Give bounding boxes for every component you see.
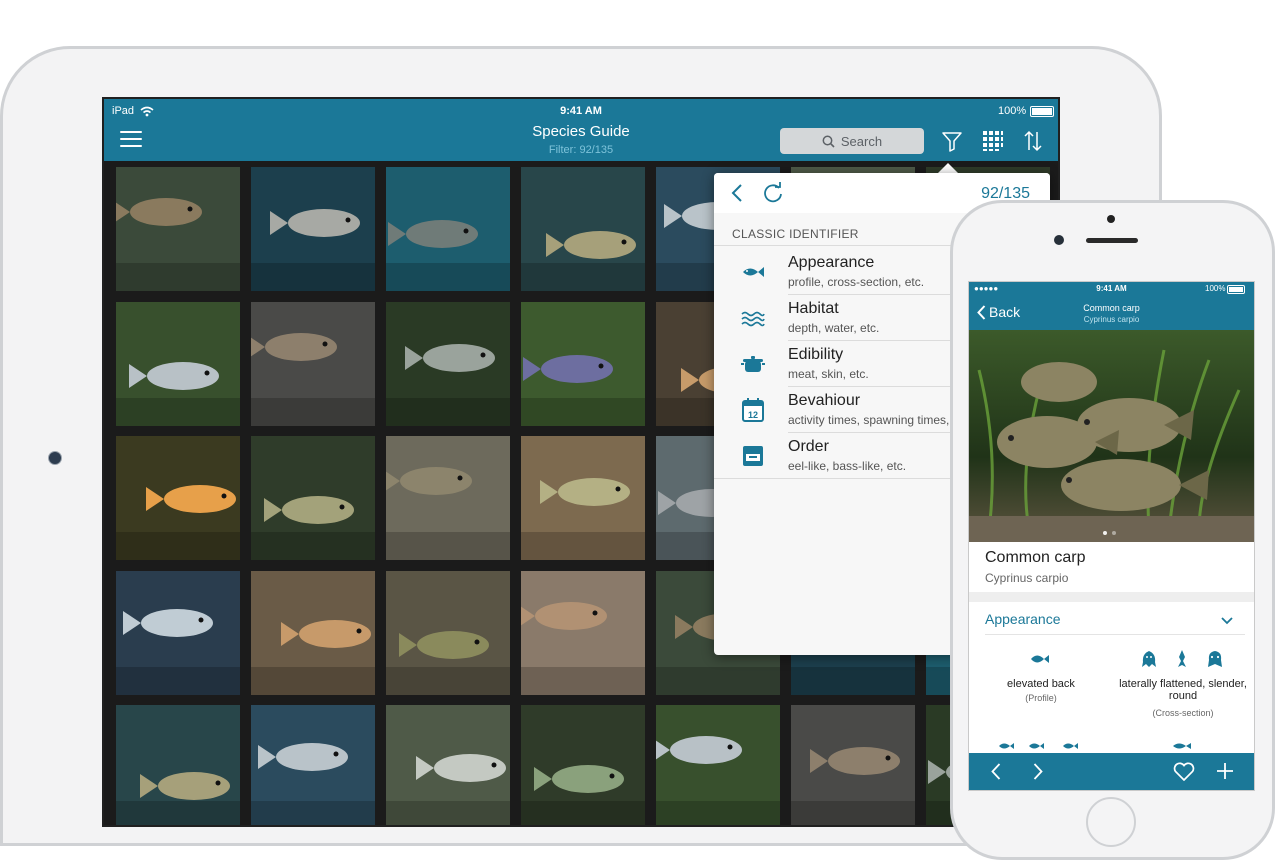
species-thumbnail[interactable]: [116, 167, 240, 291]
home-button[interactable]: [1086, 797, 1136, 847]
feature-label: laterally flattened, slender, round: [1119, 678, 1247, 702]
chevron-down-icon[interactable]: [1221, 613, 1233, 625]
iphone-screen: ●●●●● 9:41 AM 100% Back Common carp Cypr…: [968, 281, 1255, 791]
battery-icon: [1030, 106, 1054, 117]
status-battery: 100%: [998, 105, 1027, 117]
feature-sub: (Cross-section): [1152, 708, 1214, 718]
status-battery: 100%: [1205, 284, 1226, 293]
species-photo[interactable]: [969, 330, 1254, 542]
sort-icon: [1024, 130, 1042, 152]
sort-button[interactable]: [1021, 129, 1047, 155]
iphone-sensor: [1107, 215, 1115, 223]
add-icon[interactable]: [1216, 762, 1234, 785]
waves-icon: [740, 305, 766, 331]
ipad-screen: iPad 9:41 AM 100% Species Guide Filter: …: [102, 97, 1060, 827]
grid-view-button[interactable]: [981, 129, 1007, 155]
species-thumbnail[interactable]: [791, 705, 915, 825]
status-time: 9:41 AM: [560, 105, 602, 117]
prev-arrow-icon[interactable]: [991, 763, 1001, 785]
species-thumbnail[interactable]: [116, 436, 240, 560]
species-thumbnail[interactable]: [386, 571, 510, 695]
section-separator: [969, 592, 1254, 602]
ipad-navbar: iPad 9:41 AM 100% Species Guide Filter: …: [104, 99, 1058, 161]
tray-icon: [740, 443, 766, 469]
iphone-camera: [1054, 235, 1064, 245]
popover-arrow: [938, 163, 958, 173]
filter-item-label: Order: [788, 438, 829, 455]
species-thumbnail[interactable]: [386, 302, 510, 426]
search-placeholder: Search: [840, 133, 883, 149]
section-title: CLASSIC IDENTIFIER: [732, 227, 859, 241]
species-thumbnail[interactable]: [251, 705, 375, 825]
filter-item-sub: activity times, spawning times, etc.: [788, 413, 973, 427]
calendar-day: 12: [748, 410, 758, 420]
section-header-appearance[interactable]: Appearance: [985, 611, 1061, 627]
filter-item-sub: meat, skin, etc.: [788, 367, 869, 381]
next-arrow-icon[interactable]: [1033, 763, 1043, 785]
search-icon: [822, 135, 835, 148]
cross-section-icon: [1142, 650, 1222, 673]
detail-title: Common carp: [1083, 303, 1140, 313]
filter-item-sub: eel-like, bass-like, etc.: [788, 459, 907, 473]
divider: [985, 634, 1245, 635]
species-thumbnail[interactable]: [521, 167, 645, 291]
species-thumbnail[interactable]: [116, 571, 240, 695]
species-thumbnail[interactable]: [656, 705, 780, 825]
filter-item-label: Habitat: [788, 300, 839, 317]
species-thumbnail[interactable]: [251, 167, 375, 291]
filter-item-sub: depth, water, etc.: [788, 321, 880, 335]
filter-button[interactable]: [940, 129, 966, 155]
species-thumbnail[interactable]: [251, 302, 375, 426]
species-name: Common carp: [985, 549, 1086, 566]
species-thumbnail[interactable]: [251, 571, 375, 695]
species-thumbnail[interactable]: [386, 436, 510, 560]
filter-icon: [942, 132, 962, 152]
calendar-icon: 12: [740, 397, 766, 423]
feature-label: elevated back: [1007, 678, 1075, 690]
species-thumbnail[interactable]: [521, 436, 645, 560]
species-thumbnail[interactable]: [521, 571, 645, 695]
ipad-camera: [48, 451, 62, 465]
battery-icon: [1227, 285, 1245, 294]
fish-profile-icon: [1030, 652, 1050, 671]
search-input[interactable]: Search: [780, 128, 924, 154]
pot-icon: [740, 351, 766, 377]
species-thumbnail[interactable]: [521, 705, 645, 825]
filter-item-label: Bevahiour: [788, 392, 861, 409]
iphone-navbar: ●●●●● 9:41 AM 100% Back Common carp Cypr…: [969, 282, 1254, 330]
fish-icon: [740, 259, 766, 285]
species-thumbnail[interactable]: [251, 436, 375, 560]
filter-item-sub: profile, cross-section, etc.: [788, 275, 925, 289]
species-thumbnail[interactable]: [116, 705, 240, 825]
species-thumbnail[interactable]: [521, 302, 645, 426]
species-thumbnail[interactable]: [386, 705, 510, 825]
species-thumbnail[interactable]: [116, 302, 240, 426]
grid-icon: [983, 131, 1003, 151]
species-thumbnail[interactable]: [386, 167, 510, 291]
refresh-icon[interactable]: [762, 182, 784, 209]
filter-item-label: Appearance: [788, 254, 875, 271]
iphone-speaker: [1086, 238, 1138, 243]
back-chevron-icon[interactable]: [730, 183, 744, 208]
species-latin-name: Cyprinus carpio: [985, 571, 1069, 585]
detail-subtitle: Cyprinus carpio: [1083, 315, 1140, 324]
filter-item-label: Edibility: [788, 346, 844, 363]
feature-sub: (Profile): [1025, 693, 1057, 703]
iphone-toolbar: [969, 753, 1254, 790]
heart-icon[interactable]: [1173, 762, 1195, 786]
